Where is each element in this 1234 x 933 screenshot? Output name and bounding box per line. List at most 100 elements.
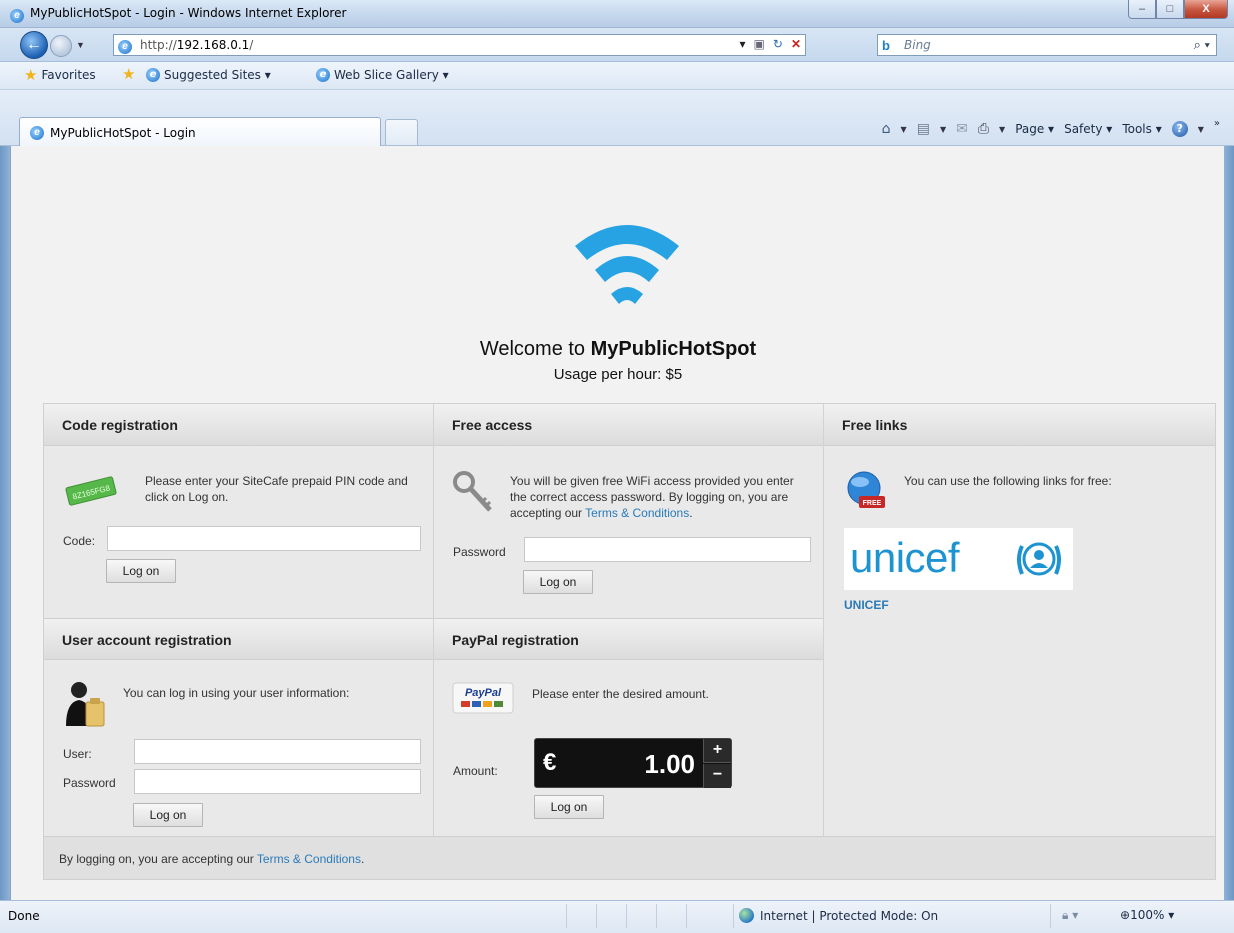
free-access-section: You will be given free WiFi access provi… [434,446,823,618]
close-icon: X [1202,3,1210,15]
user-input[interactable] [134,739,421,764]
code-label: Code: [63,534,96,548]
page-menu[interactable]: Page ▾ [1015,122,1054,136]
add-to-favorites-bar-button[interactable]: ★ [122,67,135,82]
code-input[interactable] [107,526,421,551]
address-bar-buttons: ▾ ▣ ↻ ✕ [740,37,802,51]
footer-terms-link[interactable]: Terms & Conditions [257,852,361,866]
pin-code-card-icon: 8Z165FG8 [65,476,117,506]
search-box[interactable]: b Bing ⌕ ▾ [877,34,1217,56]
feeds-dropdown[interactable]: ▼ [940,125,946,134]
user-log-on-button[interactable]: Log on [133,803,203,827]
web-slice-gallery-link[interactable]: e Web Slice Gallery ▾ [316,68,449,82]
unicef-logo: unicef [850,534,960,581]
unicef-link[interactable]: UNICEF [844,598,889,612]
currency-symbol: € [543,749,557,776]
status-divider [626,904,627,928]
internet-explorer-icon: e [10,7,24,23]
free-access-description: You will be given free WiFi access provi… [510,474,794,520]
internet-globe-icon [739,908,754,923]
terms-footer: By logging on, you are accepting our Ter… [44,836,1215,879]
left-column: Code registration 8Z165FG8 Please enter … [44,404,434,836]
print-icon[interactable]: ⎙ [978,121,989,137]
amount-value: 1.00 [644,749,695,779]
zoom-level[interactable]: ⊕100% ▾ [1120,908,1174,922]
user-password-input[interactable] [134,769,421,794]
favorites-label: Favorites [41,68,96,82]
status-text: Done [8,909,40,923]
help-icon[interactable]: ? [1171,121,1188,137]
suggested-sites-label: Suggested Sites ▾ [164,68,271,82]
free-access-password-input[interactable] [524,537,811,562]
status-bar: Done Internet | Protected Mode: On 🔒︎ ▾ … [0,900,1234,933]
page-icon: e [118,38,132,54]
ie-page-icon: e [146,68,160,82]
amount-increase-button[interactable]: + [703,739,731,763]
status-divider [566,904,567,928]
command-bar: ⌂ ▼ ▤ ▼ ✉ ⎙ ▼ Page ▾ Safety ▾ Tools ▾ ? ▼ » [882,118,1220,137]
favorites-button[interactable]: ★ Favorites [24,68,96,83]
ie-page-icon: e [316,68,330,82]
status-divider [656,904,657,928]
free-access-terms-link[interactable]: Terms & Conditions [585,506,689,520]
free-access-title: Free access [434,404,823,446]
home-icon[interactable]: ⌂ [882,121,891,137]
back-arrow-icon: ← [26,36,42,53]
mail-icon[interactable]: ✉ [956,121,968,137]
window-title-bar: e MyPublicHotSpot - Login - Windows Inte… [0,0,1234,28]
new-tab-button[interactable] [385,119,418,145]
tab-bar: e MyPublicHotSpot - Login ⌂ ▼ ▤ ▼ ✉ ⎙ ▼ Pag… [0,90,1234,147]
code-registration-description: Please enter your SiteCafe prepaid PIN c… [145,474,408,504]
free-links-description: You can use the following links for free… [904,474,1112,488]
tab-mypublichotspot-login[interactable]: e MyPublicHotSpot - Login [19,117,381,147]
welcome-heading: Welcome to MyPublicHotSpot [479,338,757,360]
user-password-label: Password [63,776,116,790]
web-slice-gallery-label: Web Slice Gallery ▾ [334,68,449,82]
search-icon[interactable]: ⌕ ▾ [1194,37,1210,53]
stop-icon[interactable]: ✕ [791,37,801,51]
maximize-button[interactable]: □ [1156,0,1184,19]
address-bar[interactable]: e http://192.168.0.1/ ▾ ▣ ↻ ✕ [113,34,806,56]
feeds-icon[interactable]: ▤ [917,121,930,137]
protected-mode-icon[interactable]: 🔒︎ ▾ [1062,908,1078,923]
tools-menu[interactable]: Tools ▾ [1122,122,1161,136]
free-access-log-on-button[interactable]: Log on [523,570,593,594]
favorites-bar: ★ Favorites ★ e Suggested Sites ▾ e Web … [0,62,1234,90]
status-divider [1050,904,1051,928]
address-toolbar: ← ▼ e http://192.168.0.1/ ▾ ▣ ↻ ✕ b Bing… [0,28,1234,62]
address-dropdown-icon[interactable]: ▾ [740,37,746,51]
toolbar-overflow-icon[interactable]: » [1214,118,1220,129]
compatibility-view-icon[interactable]: ▣ [754,37,765,51]
wifi-logo-icon [575,225,679,304]
refresh-icon[interactable]: ↻ [773,37,783,51]
recent-pages-dropdown[interactable]: ▼ [76,40,85,50]
free-access-password-label: Password [453,545,506,559]
help-dropdown[interactable]: ▼ [1198,125,1204,134]
search-placeholder: Bing [904,38,931,52]
code-registration-title: Code registration [44,404,433,446]
home-dropdown[interactable]: ▼ [901,125,907,134]
back-button[interactable]: ← [20,31,48,59]
amount-stepper[interactable]: € 1.00 + − [534,738,732,788]
amount-decrease-button[interactable]: − [703,764,731,788]
close-window-button[interactable]: X [1184,0,1228,19]
right-column: Free links FREE You can use the followin… [824,404,1215,836]
minimize-button[interactable]: – [1128,0,1156,19]
window-right-border [1224,146,1234,900]
safety-menu[interactable]: Safety ▾ [1064,122,1112,136]
user-label: User: [63,747,92,761]
code-log-on-button[interactable]: Log on [106,559,176,583]
url-text[interactable]: http://192.168.0.1/ [140,38,253,52]
security-zone[interactable]: Internet | Protected Mode: On [739,908,938,923]
free-globe-icon: FREE [847,471,885,508]
unicef-logo-link[interactable]: unicef [844,528,1073,590]
user-account-description: You can log in using your user informati… [123,686,350,700]
print-dropdown[interactable]: ▼ [999,125,1005,134]
zone-text: Internet | Protected Mode: On [760,908,939,923]
forward-button[interactable] [50,35,72,57]
paypal-description: Please enter the desired amount. [532,687,709,701]
page-viewport: Welcome to MyPublicHotSpot Usage per hou… [10,146,1224,900]
suggested-sites-link[interactable]: e Suggested Sites ▾ [146,68,271,82]
paypal-log-on-button[interactable]: Log on [534,795,604,819]
middle-column: Free access You will be given free WiFi … [434,404,824,836]
